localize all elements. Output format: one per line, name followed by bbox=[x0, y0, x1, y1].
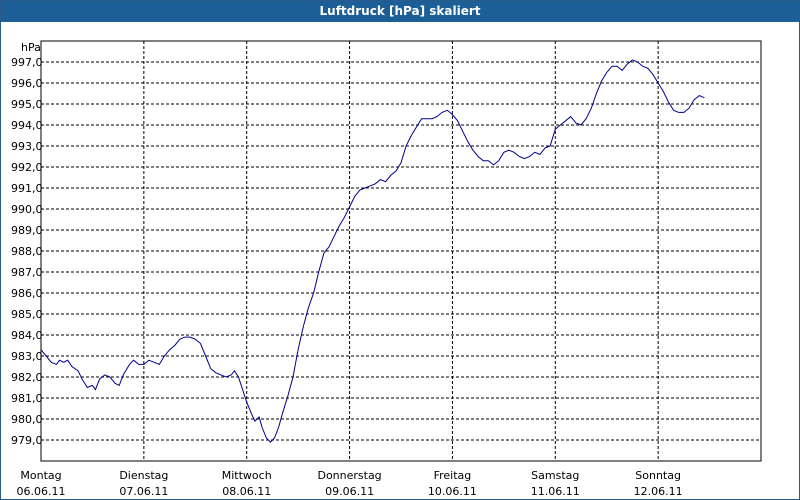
y-tick-label: 983,0 bbox=[11, 350, 43, 363]
x-tick-date-label: 11.06.11 bbox=[531, 485, 580, 498]
x-tick-day-label: Montag bbox=[20, 469, 61, 482]
y-tick-label: 986,0 bbox=[11, 287, 43, 300]
y-tick-label: 984,0 bbox=[11, 329, 43, 342]
x-tick-date-label: 10.06.11 bbox=[428, 485, 477, 498]
y-tick-label: 982,0 bbox=[11, 371, 43, 384]
pressure-chart: hPa 979,0980,0981,0982,0983,0984,0985,09… bbox=[11, 40, 762, 498]
y-tick-label: 994,0 bbox=[11, 119, 43, 132]
y-tick-label: 990,0 bbox=[11, 203, 43, 216]
y-tick-label: 981,0 bbox=[11, 392, 43, 405]
y-tick-label: 985,0 bbox=[11, 308, 43, 321]
x-tick-day-label: Donnerstag bbox=[317, 469, 381, 482]
x-tick-day-label: Dienstag bbox=[119, 469, 168, 482]
x-tick-date-label: 08.06.11 bbox=[222, 485, 271, 498]
y-tick-label: 993,0 bbox=[11, 140, 43, 153]
y-tick-label: 995,0 bbox=[11, 98, 43, 111]
y-tick-label: 997,0 bbox=[11, 56, 43, 69]
x-tick-date-label: 07.06.11 bbox=[119, 485, 168, 498]
chart-window: Luftdruck [hPa] skaliert hPa 979,0 980,0 9… bbox=[0, 0, 800, 500]
x-tick-date-label: 09.06.11 bbox=[325, 485, 374, 498]
y-axis-tick-labels: 979,0 980,0 981,0 982,0 983,0 984,0 985,0 986,0… bbox=[11, 56, 43, 447]
x-axis-tick-labels: Montag 06.06.11 Dienstag 07.06.11 Mittwoch 08… bbox=[17, 469, 683, 498]
y-tick-label: 979,0 bbox=[11, 434, 43, 447]
y-tick-label: 991,0 bbox=[11, 182, 43, 195]
y-tick-label: 992,0 bbox=[11, 161, 43, 174]
x-tick-date-label: 12.06.11 bbox=[634, 485, 683, 498]
y-tick-label: 989,0 bbox=[11, 224, 43, 237]
horizontal-gridlines bbox=[41, 61, 761, 441]
y-tick-label: 980,0 bbox=[11, 413, 43, 426]
y-axis-unit-label: hPa bbox=[21, 41, 41, 54]
y-tick-label: 996,0 bbox=[11, 77, 43, 90]
x-tick-date-label: 06.06.11 bbox=[17, 485, 66, 498]
x-tick-day-label: Samstag bbox=[531, 469, 579, 482]
x-tick-day-label: Freitag bbox=[434, 469, 472, 482]
x-tick-day-label: Mittwoch bbox=[222, 469, 272, 482]
y-tick-label: 988,0 bbox=[11, 245, 43, 258]
y-tick-label: 987,0 bbox=[11, 266, 43, 279]
x-tick-day-label: Sonntag bbox=[635, 469, 681, 482]
